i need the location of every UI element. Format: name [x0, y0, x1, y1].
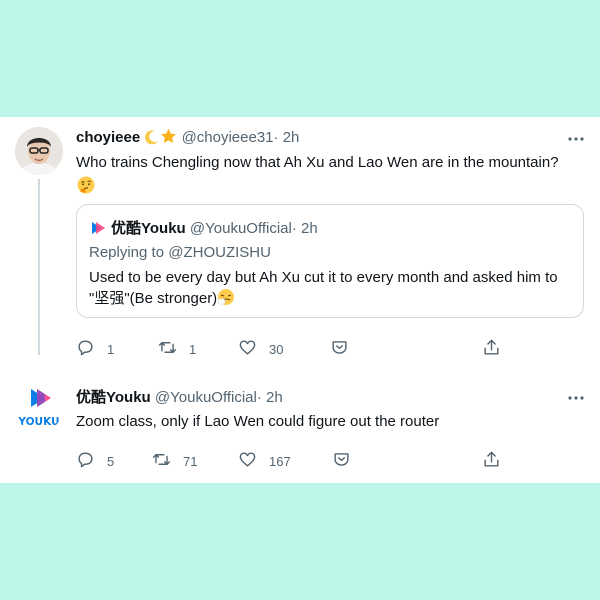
user-photo — [15, 127, 63, 175]
replying-mention[interactable]: @ZHOUZISHU — [168, 244, 271, 261]
tweet-card: choyieee @choyieee31· 2h Who trains Chen… — [0, 117, 600, 483]
tweet2-header: 优酷Youku @YoukuOfficial· 2h — [76, 388, 283, 408]
quote-text-content: Used to be every day but Ah Xu cut it to… — [89, 269, 558, 307]
retweet-button-2[interactable]: 71 — [152, 449, 197, 473]
like-count: 30 — [269, 341, 284, 357]
like-count-2: 167 — [269, 453, 291, 469]
tweet2-time[interactable]: 2h — [266, 389, 283, 406]
quote-text: Used to be every day but Ah Xu cut it to… — [89, 267, 569, 312]
quote-header: 优酷Youku @YoukuOfficial· 2h — [89, 219, 318, 239]
replying-prefix: Replying to — [89, 244, 165, 261]
quoted-tweet[interactable]: 优酷Youku @YoukuOfficial· 2h Replying to @… — [76, 204, 584, 318]
tweet1-text-content: Who trains Chengling now that Ah Xu and … — [76, 154, 559, 171]
tweet2-dot: · — [256, 389, 262, 406]
like-icon — [238, 450, 257, 472]
tweet1-text: Who trains Chengling now that Ah Xu and … — [76, 153, 586, 201]
share-icon — [482, 450, 501, 472]
share-button[interactable] — [482, 337, 501, 361]
avatar-choyieee[interactable] — [15, 127, 63, 175]
more-icon-2[interactable] — [566, 388, 586, 408]
youku-logo: YOUKU — [15, 384, 63, 432]
star-emoji — [160, 128, 177, 151]
tweet1-dot: · — [273, 129, 279, 146]
share-button-2[interactable] — [482, 449, 501, 473]
bookmark-button-2[interactable] — [332, 449, 351, 473]
tweet1-handle[interactable]: @choyieee31 — [182, 129, 274, 146]
moon-emoji — [144, 129, 160, 151]
sneezing-emoji — [217, 288, 235, 312]
share-icon — [482, 338, 501, 360]
reply-count: 1 — [107, 341, 115, 357]
bookmark-icon — [332, 450, 351, 472]
like-icon — [238, 338, 257, 360]
tweet2-name[interactable]: 优酷Youku — [76, 389, 151, 406]
reply-icon — [76, 450, 95, 472]
tweet2-actions: 5 71 167 — [76, 449, 506, 473]
tweet1-time[interactable]: 2h — [283, 129, 300, 146]
youku-logo-small — [89, 219, 107, 237]
replying-to: Replying to @ZHOUZISHU — [89, 243, 271, 263]
retweet-count-2: 71 — [183, 453, 198, 469]
like-button[interactable]: 30 — [238, 337, 283, 361]
reply-button-2[interactable]: 5 — [76, 449, 114, 473]
retweet-count: 1 — [189, 341, 197, 357]
tweet2-handle[interactable]: @YoukuOfficial — [155, 389, 257, 406]
tweet1-header: choyieee @choyieee31· 2h — [76, 128, 299, 151]
reply-icon — [76, 338, 95, 360]
retweet-icon — [158, 338, 177, 360]
more-icon[interactable] — [566, 129, 586, 149]
tweet2-text: Zoom class, only if Lao Wen could figure… — [76, 413, 440, 430]
thinking-emoji — [76, 175, 586, 201]
tweet1-actions: 1 1 30 — [76, 337, 506, 361]
quote-name[interactable]: 优酷Youku — [111, 220, 186, 237]
like-button-2[interactable]: 167 — [238, 449, 291, 473]
youku-logo-text: YOUKU — [17, 416, 59, 428]
bookmark-button[interactable] — [330, 337, 349, 361]
tweet1-name[interactable]: choyieee — [76, 129, 140, 146]
quote-dot: · — [291, 220, 297, 237]
quote-handle: @YoukuOfficial — [189, 220, 292, 237]
thread-connector — [38, 179, 40, 355]
retweet-button[interactable]: 1 — [158, 337, 196, 361]
avatar-youku[interactable]: YOUKU — [15, 384, 63, 432]
bookmark-icon — [330, 338, 349, 360]
reply-button[interactable]: 1 — [76, 337, 114, 361]
quote-time: 2h — [301, 220, 318, 237]
retweet-icon — [152, 450, 171, 472]
reply-count-2: 5 — [107, 453, 115, 469]
